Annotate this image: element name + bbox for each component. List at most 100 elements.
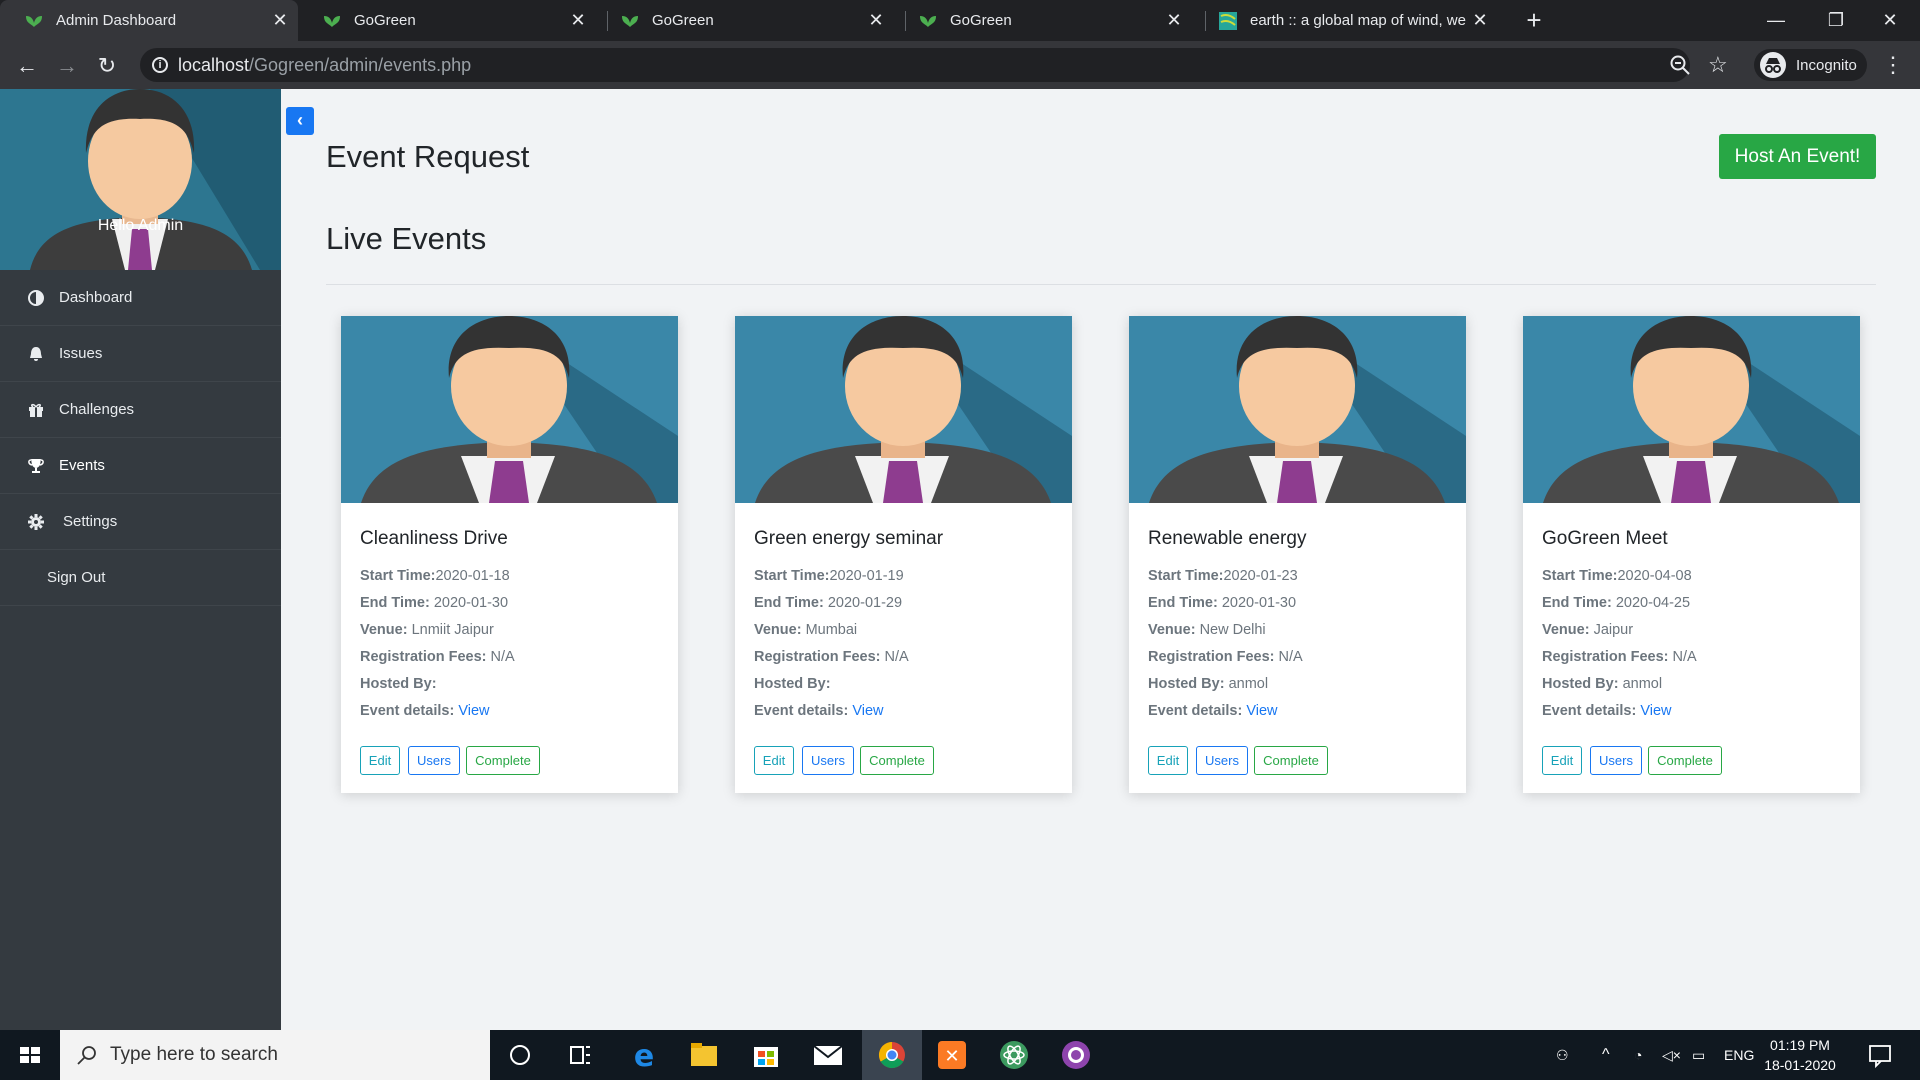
complete-button[interactable]: Complete xyxy=(1254,746,1328,775)
close-window-button[interactable]: ✕ xyxy=(1860,0,1920,41)
edit-button[interactable]: Edit xyxy=(1148,746,1188,775)
forward-icon[interactable]: → xyxy=(52,51,82,81)
mail-icon[interactable] xyxy=(798,1030,858,1080)
leaf-icon xyxy=(324,15,340,27)
atom-icon[interactable] xyxy=(984,1030,1044,1080)
tab-gogreen-1[interactable]: GoGreen ✕ xyxy=(298,0,596,41)
edge-icon[interactable]: e xyxy=(614,1030,674,1080)
view-link[interactable]: View xyxy=(1640,703,1671,719)
sidebar-item-label: Sign Out xyxy=(47,569,106,586)
divider xyxy=(326,284,1876,285)
collapse-sidebar-button[interactable]: ‹ xyxy=(286,107,314,135)
event-card: Green energy seminar Start Time:2020-01-… xyxy=(735,316,1072,793)
event-hosted-by: Hosted By: anmol xyxy=(1542,676,1663,692)
url-host: localhost xyxy=(178,55,250,75)
event-name: Green energy seminar xyxy=(754,528,944,549)
task-view-icon[interactable] xyxy=(550,1030,610,1080)
edit-button[interactable]: Edit xyxy=(360,746,400,775)
sidebar-item-settings[interactable]: Settings xyxy=(0,494,281,550)
event-details: Event details: View xyxy=(360,703,490,719)
tab-admin-dashboard[interactable]: Admin Dashboard ✕ xyxy=(0,0,298,41)
event-image xyxy=(1523,316,1860,503)
complete-button[interactable]: Complete xyxy=(860,746,934,775)
sidebar-item-events[interactable]: Events xyxy=(0,438,281,494)
info-icon[interactable]: i xyxy=(152,57,168,73)
tab-gogreen-3[interactable]: GoGreen ✕ xyxy=(894,0,1192,41)
view-link[interactable]: View xyxy=(458,703,489,719)
users-button[interactable]: Users xyxy=(1196,746,1248,775)
bell-icon xyxy=(30,346,42,361)
xampp-icon[interactable]: ✕ xyxy=(922,1030,982,1080)
users-button[interactable]: Users xyxy=(1590,746,1642,775)
incognito-badge[interactable]: Incognito xyxy=(1754,49,1867,81)
people-icon[interactable]: ⚇ xyxy=(1556,1030,1569,1080)
svg-text:✕: ✕ xyxy=(944,1046,959,1067)
sidebar-item-issues[interactable]: Issues xyxy=(0,326,281,382)
minimize-button[interactable]: — xyxy=(1746,0,1806,41)
tab-gogreen-2[interactable]: GoGreen ✕ xyxy=(596,0,894,41)
sidebar-item-sign-out[interactable]: Sign Out xyxy=(0,550,281,606)
leaf-icon xyxy=(26,15,42,27)
tab-title: GoGreen xyxy=(950,12,1012,29)
cortana-icon[interactable] xyxy=(490,1030,550,1080)
event-venue: Venue: Jaipur xyxy=(1542,622,1634,638)
volume-muted-icon[interactable]: ◁× xyxy=(1662,1030,1681,1080)
sidebar-item-challenges[interactable]: Challenges xyxy=(0,382,281,438)
event-end-time: End Time: 2020-01-30 xyxy=(360,595,509,611)
close-icon[interactable]: ✕ xyxy=(270,10,290,30)
event-details: Event details: View xyxy=(1542,703,1672,719)
event-name: Cleanliness Drive xyxy=(360,528,508,549)
tab-earth[interactable]: earth :: a global map of wind, we ✕ xyxy=(1194,0,1504,41)
file-explorer-icon[interactable] xyxy=(674,1030,734,1080)
close-icon[interactable]: ✕ xyxy=(1470,10,1490,30)
sidebar-item-label: Challenges xyxy=(59,401,135,418)
store-icon[interactable] xyxy=(736,1030,796,1080)
event-card: GoGreen Meet Start Time:2020-04-08 End T… xyxy=(1523,316,1860,793)
incognito-label: Incognito xyxy=(1796,56,1857,74)
back-icon[interactable]: ← xyxy=(12,51,42,81)
view-link[interactable]: View xyxy=(1246,703,1277,719)
event-end-time: End Time: 2020-01-29 xyxy=(754,595,903,611)
bookmark-star-icon[interactable]: ☆ xyxy=(1708,53,1732,77)
zoom-icon[interactable] xyxy=(1668,53,1692,77)
gear-icon xyxy=(28,513,44,530)
sidebar-item-label: Dashboard xyxy=(59,289,133,306)
users-button[interactable]: Users xyxy=(408,746,460,775)
sidebar-item-dashboard[interactable]: Dashboard xyxy=(0,270,281,326)
restore-button[interactable]: ❐ xyxy=(1806,0,1866,41)
host-event-button[interactable]: Host An Event! xyxy=(1719,134,1876,179)
close-icon[interactable]: ✕ xyxy=(568,10,588,30)
taskbar-search-box[interactable]: Type here to search xyxy=(60,1030,490,1080)
event-venue: Venue: Mumbai xyxy=(754,622,858,638)
clock[interactable]: 01:19 PM 18-01-2020 xyxy=(1760,1035,1840,1075)
url-path: /Gogreen/admin/events.php xyxy=(249,55,472,75)
gift-icon xyxy=(29,403,43,417)
url-field[interactable]: i localhost/Gogreen/admin/events.php xyxy=(140,48,1690,82)
github-desktop-icon[interactable] xyxy=(1046,1030,1106,1080)
tab-title: GoGreen xyxy=(652,12,714,29)
edit-button[interactable]: Edit xyxy=(1542,746,1582,775)
event-card: Renewable energy Start Time:2020-01-23 E… xyxy=(1129,316,1466,793)
new-tab-button[interactable]: + xyxy=(1520,6,1548,34)
chevron-up-icon[interactable]: ^ xyxy=(1602,1030,1610,1080)
event-name: GoGreen Meet xyxy=(1542,528,1668,549)
close-icon[interactable]: ✕ xyxy=(866,10,886,30)
reload-icon[interactable]: ↻ xyxy=(92,51,122,81)
view-link[interactable]: View xyxy=(852,703,883,719)
menu-kebab-icon[interactable]: ⋮ xyxy=(1882,53,1904,77)
complete-button[interactable]: Complete xyxy=(466,746,540,775)
close-icon[interactable]: ✕ xyxy=(1164,10,1184,30)
chrome-icon[interactable] xyxy=(862,1030,922,1080)
notifications-icon[interactable] xyxy=(1850,1030,1910,1080)
wifi-icon[interactable]: ◔ xyxy=(1634,1030,1642,1080)
users-button[interactable]: Users xyxy=(802,746,854,775)
event-start-time: Start Time:2020-01-19 xyxy=(754,568,904,584)
windows-start-icon[interactable] xyxy=(0,1030,60,1080)
edit-button[interactable]: Edit xyxy=(754,746,794,775)
complete-button[interactable]: Complete xyxy=(1648,746,1722,775)
battery-icon[interactable]: ▭ xyxy=(1692,1030,1705,1080)
sidebar-item-label: Events xyxy=(59,457,105,474)
language-indicator[interactable]: ENG xyxy=(1724,1030,1754,1080)
section-title: Live Events xyxy=(326,221,487,256)
event-fees: Registration Fees: N/A xyxy=(1542,649,1697,665)
